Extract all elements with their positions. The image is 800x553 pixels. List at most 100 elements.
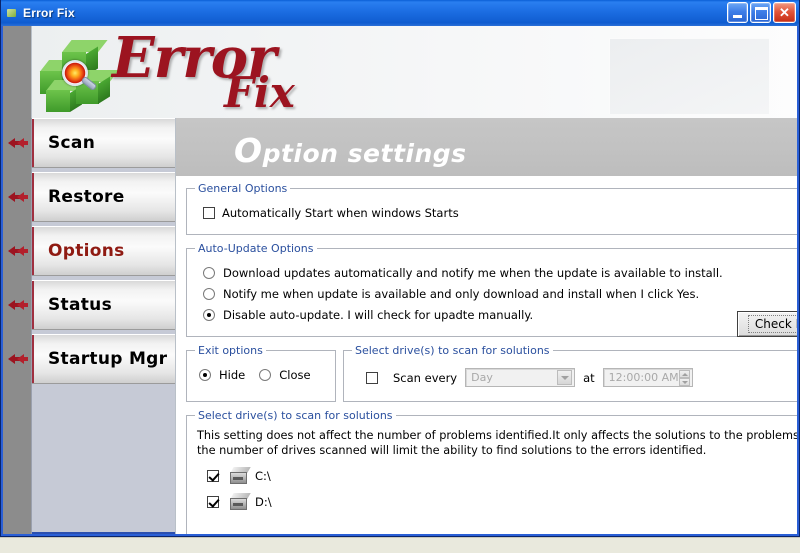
body-row: Scan Restore Options Status Startup Mgr … [3, 118, 797, 534]
window-controls [727, 2, 796, 23]
stepper-down-icon[interactable] [678, 377, 690, 386]
options-form: General Options Automatically Start when… [176, 176, 797, 534]
page-title-initial: O [234, 131, 263, 170]
double-arrow-icon [4, 119, 32, 167]
app-icon [5, 6, 19, 20]
drive-d-checkbox[interactable] [207, 495, 219, 508]
sidebar-item-label: Status [48, 295, 112, 315]
auto-start-label: Automatically Start when windows Starts [222, 206, 459, 220]
drive-c-checkbox[interactable] [207, 469, 219, 482]
drive-row-d[interactable]: D:\ [207, 492, 797, 511]
chevron-down-icon[interactable] [557, 370, 573, 385]
status-bar [0, 537, 800, 553]
sidebar-item-startup-mgr[interactable]: Startup Mgr [8, 334, 175, 384]
update-option-disable-radio[interactable] [203, 309, 215, 321]
auto-update-group: Auto-Update Options Download updates aut… [186, 242, 797, 337]
window-title: Error Fix [23, 6, 75, 20]
general-options-legend: General Options [198, 182, 288, 195]
scan-time-stepper[interactable] [678, 369, 690, 386]
header-main: Error Fix [31, 26, 797, 118]
sidebar-filler [32, 388, 175, 534]
check-now-label: Check Now ... [747, 315, 797, 333]
exit-option-hide[interactable]: Hide [199, 368, 245, 382]
drive-c-label: C:\ [255, 468, 271, 483]
drive-d-label: D:\ [255, 494, 272, 509]
page-title-rest: ption settings [262, 139, 467, 168]
sidebar-item-label: Options [48, 241, 125, 261]
update-option-auto-label: Download updates automatically and notif… [223, 266, 723, 280]
client-area: Error Fix Scan Restore Options Status St… [3, 26, 797, 534]
hard-drive-icon [230, 492, 252, 511]
drives-description: This setting does not affect the number … [197, 429, 797, 458]
logo-word-fix: Fix [224, 68, 295, 117]
schedule-row: Scan every Day at 12:00:00 AM [366, 368, 797, 387]
header-placeholder-panel [609, 38, 769, 114]
schedule-group: Select drive(s) to scan for solutions Sc… [343, 344, 797, 402]
drives-group: Select drive(s) to scan for solutions Th… [186, 409, 797, 534]
scan-every-label: Scan every [393, 370, 458, 385]
exit-option-hide-label: Hide [219, 368, 246, 382]
sidebar-nav: Scan Restore Options Status Startup Mgr [8, 118, 175, 534]
update-option-auto-radio[interactable] [203, 267, 215, 279]
update-option-notify[interactable]: Notify me when update is available and o… [203, 287, 797, 301]
double-arrow-icon [4, 173, 32, 221]
mid-row: Exit options Hide Close Select drive(s) … [186, 344, 797, 409]
scan-time-value: 12:00:00 AM [608, 371, 679, 384]
double-arrow-icon [4, 227, 32, 275]
check-now-wrapper: Check Now ... [736, 311, 797, 337]
hard-drive-icon [230, 466, 252, 485]
header-banner: Error Fix [3, 26, 797, 118]
update-option-notify-radio[interactable] [203, 288, 215, 300]
sidebar-item-scan[interactable]: Scan [8, 118, 175, 168]
exit-option-close-radio[interactable] [259, 369, 272, 381]
close-button[interactable] [773, 2, 796, 23]
logo-text: Error Fix [112, 26, 362, 114]
schedule-legend: Select drive(s) to scan for solutions [355, 344, 550, 357]
scan-interval-select[interactable]: Day [465, 368, 576, 387]
exit-option-hide-radio[interactable] [199, 369, 211, 381]
minimize-button[interactable] [727, 2, 748, 23]
page-banner: Option settings [176, 118, 797, 176]
content-panel: Option settings General Options Automati… [175, 118, 797, 534]
exit-option-close[interactable]: Close [259, 368, 311, 382]
app-logo: Error Fix [40, 26, 362, 114]
drive-row-c[interactable]: C:\ [207, 466, 797, 485]
schedule-at-label: at [583, 370, 595, 385]
update-option-auto[interactable]: Download updates automatically and notif… [203, 266, 797, 280]
sidebar-accent [32, 335, 34, 383]
stepper-up-icon[interactable] [678, 369, 690, 378]
sidebar-accent [32, 119, 34, 167]
auto-start-checkbox[interactable] [203, 207, 215, 219]
exit-options-group: Exit options Hide Close [186, 344, 336, 402]
auto-start-row[interactable]: Automatically Start when windows Starts [203, 206, 797, 220]
sidebar-item-label: Startup Mgr [48, 349, 168, 369]
header-left-gutter [3, 26, 31, 118]
maximize-button[interactable] [750, 2, 771, 23]
sidebar-accent [32, 173, 34, 221]
scan-time-input[interactable]: 12:00:00 AM [602, 368, 693, 387]
title-bar: Error Fix [1, 0, 799, 26]
double-arrow-icon [4, 281, 32, 329]
sidebar-accent [32, 281, 34, 329]
drives-legend: Select drive(s) to scan for solutions [198, 409, 393, 422]
sidebar-item-label: Restore [48, 187, 125, 207]
page-title: Option settings [234, 131, 467, 170]
exit-options-row: Hide Close [199, 368, 327, 382]
magnifier-icon [62, 60, 98, 92]
update-option-notify-label: Notify me when update is available and o… [223, 287, 700, 301]
sidebar-item-restore[interactable]: Restore [8, 172, 175, 222]
update-option-disable-label: Disable auto-update. I will check for up… [223, 308, 534, 322]
double-arrow-icon [4, 335, 32, 383]
sidebar-item-options[interactable]: Options [8, 226, 175, 276]
check-now-button[interactable]: Check Now ... [736, 311, 797, 337]
general-options-group: General Options Automatically Start when… [186, 182, 797, 235]
auto-update-legend: Auto-Update Options [198, 242, 314, 255]
update-option-disable[interactable]: Disable auto-update. I will check for up… [203, 308, 797, 322]
sidebar-accent [32, 227, 34, 275]
exit-option-close-label: Close [279, 368, 311, 382]
sidebar: Scan Restore Options Status Startup Mgr [3, 118, 175, 534]
exit-options-legend: Exit options [198, 344, 263, 357]
sidebar-item-label: Scan [48, 133, 96, 153]
sidebar-item-status[interactable]: Status [8, 280, 175, 330]
scan-every-checkbox[interactable] [366, 371, 378, 384]
